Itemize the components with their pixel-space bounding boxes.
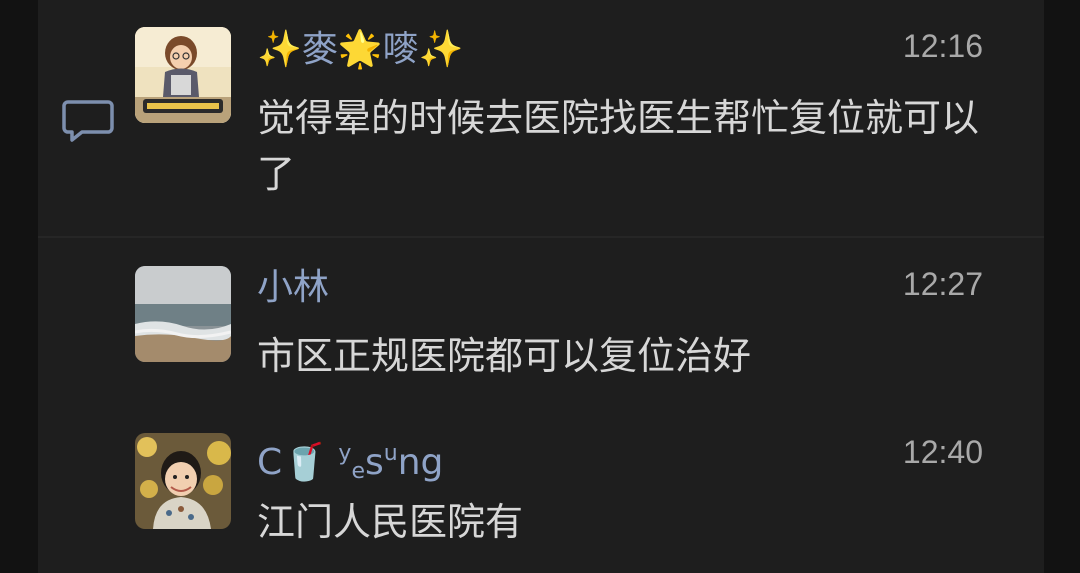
comment-text: 江门人民医院有: [257, 500, 524, 544]
name-part: ng: [397, 442, 444, 483]
comment-item[interactable]: 小林 12:27 市区正规医院都可以复位治好: [0, 238, 1080, 408]
comment-timestamp: 12:27: [902, 266, 983, 302]
comment-author-name[interactable]: C🥤 yesung: [257, 434, 443, 492]
comment-text: 市区正规医院都可以复位治好: [257, 334, 752, 378]
name-part: u: [383, 441, 398, 466]
name-part: C: [257, 442, 283, 483]
comment-timestamp: 12:40: [902, 434, 983, 470]
comment-timestamp: 12:16: [902, 28, 983, 64]
cartoon-girl-avatar[interactable]: [135, 27, 231, 123]
comment-item[interactable]: C🥤 yesung 12:40 江门人民医院有: [0, 408, 1080, 573]
name-part: e: [351, 459, 365, 484]
comment-author-name[interactable]: ✨麥🌟嘜✨: [257, 30, 463, 70]
name-part: y: [338, 441, 352, 466]
comment-author-name[interactable]: 小林: [257, 268, 329, 308]
child-photo-avatar[interactable]: [135, 433, 231, 529]
comment-text: 觉得晕的时候去医院找医生帮忙复位就可以了: [257, 96, 980, 196]
comment-item[interactable]: ✨麥🌟嘜✨ 12:16 觉得晕的时候去医院找医生帮忙复位就可以了: [0, 0, 1080, 236]
name-part: s: [365, 442, 384, 483]
drink-cup-icon: 🥤: [282, 442, 327, 483]
ocean-beach-avatar[interactable]: [135, 266, 231, 362]
